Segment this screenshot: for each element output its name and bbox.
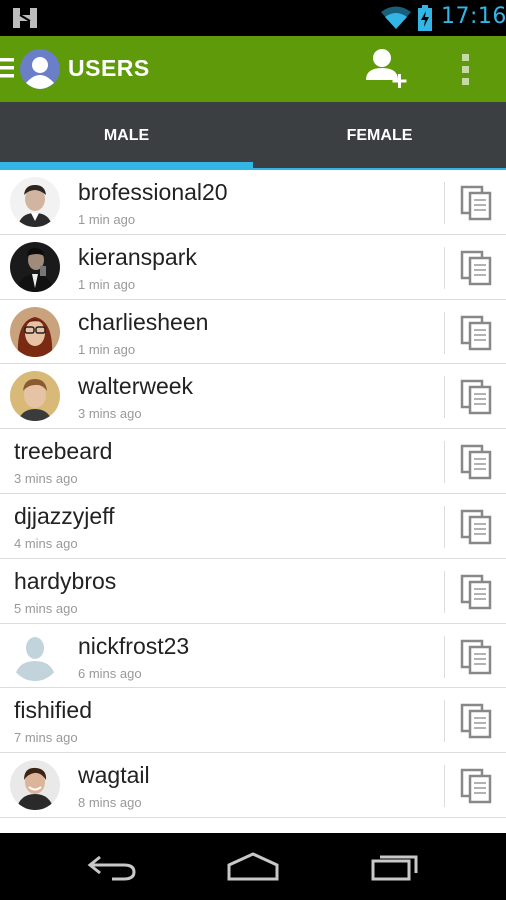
action-bar: USERS [0,36,506,102]
list-item-user[interactable]: nickfrost23 6 mins ago [0,624,506,689]
copy-icon[interactable] [460,444,494,480]
row-divider [444,505,445,548]
home-icon[interactable] [226,851,280,881]
username: wagtail [78,762,150,789]
list-item-user[interactable]: fishified 7 mins ago [0,688,506,754]
username: charliesheen [78,308,209,335]
list-item-user[interactable]: kieranspark 1 min ago [0,235,506,300]
list-item-user[interactable]: walterweek 3 mins ago [0,364,506,430]
tab-male[interactable]: MALE [0,102,253,170]
username: hardybros [14,567,117,594]
recents-icon[interactable] [370,849,420,881]
list-item-user[interactable]: djjazzyjeff 4 mins ago [0,494,506,559]
battery-icon [418,5,432,31]
row-divider [444,635,445,678]
copy-icon[interactable] [460,768,494,804]
copy-icon[interactable] [460,250,494,286]
time-ago: 3 mins ago [14,471,78,487]
time-ago: 6 mins ago [78,665,142,681]
user-avatar [10,241,60,292]
copy-icon[interactable] [460,315,494,351]
navigation-bar [0,833,506,900]
username: djjazzyjeff [14,502,115,529]
status-time: 17:16 [441,4,506,29]
row-divider [444,182,445,224]
status-bar: 17:16 [0,0,506,36]
hamburger-icon[interactable] [0,58,14,78]
row-divider [444,246,445,289]
copy-icon[interactable] [460,379,494,415]
copy-icon[interactable] [460,703,494,739]
time-ago: 1 min ago [78,276,136,292]
copy-icon[interactable] [460,639,494,675]
copy-icon[interactable] [460,574,494,610]
row-divider [444,441,445,484]
user-avatar-icon[interactable] [20,49,60,89]
username: kieranspark [78,243,197,270]
overflow-menu-button[interactable] [454,52,478,88]
list-item-user[interactable]: treebeard 3 mins ago [0,429,506,494]
row-divider [444,570,445,613]
username: walterweek [78,373,194,400]
username: treebeard [14,438,113,465]
add-user-button[interactable] [362,46,410,92]
time-ago: 4 mins ago [14,535,78,551]
row-divider [444,700,445,743]
user-avatar [10,306,60,357]
user-avatar [10,760,60,811]
username: fishified [14,697,92,724]
username: nickfrost23 [78,632,190,659]
row-divider [444,765,445,808]
time-ago: 8 mins ago [78,795,142,811]
tab-female[interactable]: FEMALE [253,102,506,170]
app-notification-icon [13,8,37,28]
username: brofessional20 [78,179,228,205]
page-title: USERS [68,55,150,81]
time-ago: 5 mins ago [14,600,78,616]
default-avatar-icon [10,630,60,681]
time-ago: 7 mins ago [14,730,78,746]
user-avatar [10,371,60,422]
row-divider [444,311,445,354]
list-item-user[interactable]: brofessional20 1 min ago [0,170,506,235]
back-icon[interactable] [86,853,138,881]
tab-bar: MALE FEMALE [0,102,506,170]
time-ago: 1 min ago [78,341,136,357]
time-ago: 3 mins ago [78,406,142,422]
copy-icon[interactable] [460,509,494,545]
user-list[interactable]: brofessional20 1 min ago kieranspark 1 m… [0,170,506,833]
list-item-user[interactable]: wagtail 8 mins ago [0,753,506,818]
list-item-user[interactable]: charliesheen 1 min ago [0,300,506,365]
row-divider [444,376,445,419]
wifi-icon [381,6,411,29]
user-avatar [10,177,60,227]
time-ago: 1 min ago [78,212,136,227]
list-item-user[interactable]: hardybros 5 mins ago [0,559,506,624]
tab-selected-indicator [0,162,253,170]
copy-icon[interactable] [460,185,494,221]
